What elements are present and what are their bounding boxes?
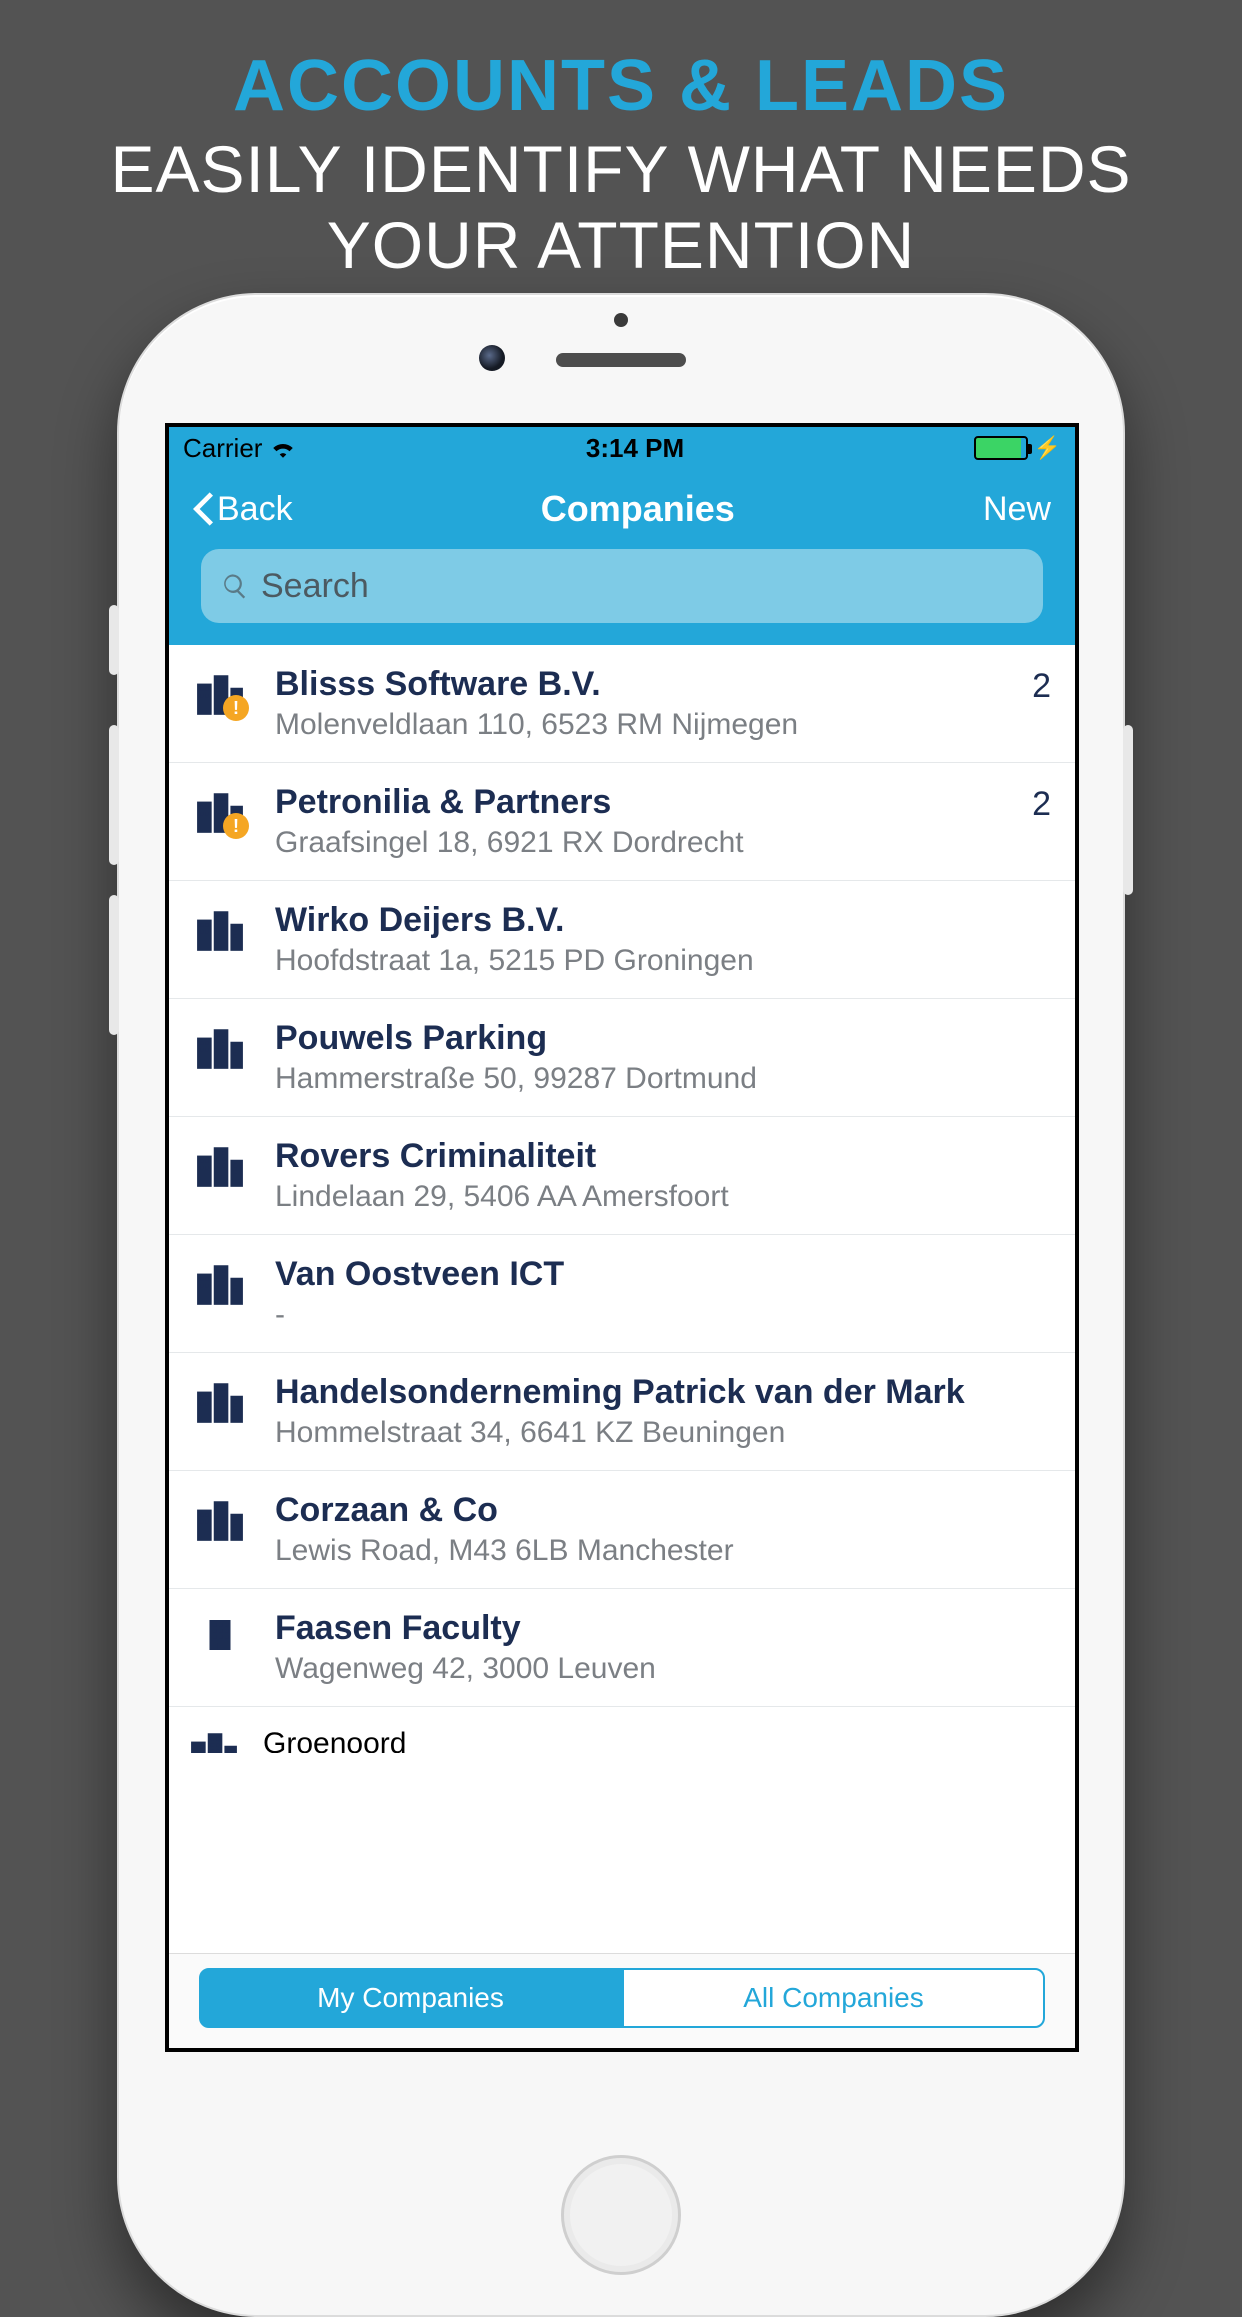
phone-power-button	[1123, 725, 1133, 895]
building-complex-icon	[195, 905, 245, 955]
wifi-icon	[270, 438, 296, 458]
chevron-left-icon	[193, 492, 213, 526]
company-text-block: Corzaan & Co Lewis Road, M43 6LB Manchest…	[275, 1491, 1051, 1568]
company-address: Molenveldlaan 110, 6523 RM Nijmegen	[275, 708, 1003, 742]
promo-subtitle-line2: YOUR ATTENTION	[327, 208, 915, 282]
company-address: Hoofdstraat 1a, 5215 PD Groningen	[275, 944, 1051, 978]
company-row[interactable]: ! Blisss Software B.V. Molenveldlaan 110, …	[169, 645, 1075, 763]
tab-all-companies[interactable]: All Companies	[622, 1968, 1045, 2028]
phone-camera	[479, 345, 505, 371]
company-icon-cell	[189, 1373, 251, 1427]
phone-mute-switch	[109, 605, 119, 675]
promo-subtitle: EASILY IDENTIFY WHAT NEEDS YOUR ATTENTIO…	[0, 132, 1242, 284]
company-name: Petronilia & Partners	[275, 783, 1003, 822]
company-count-badge: 2	[1027, 783, 1051, 824]
status-bar-right: ⚡	[974, 435, 1061, 461]
building-complex-icon	[195, 1141, 245, 1191]
company-address: Lewis Road, M43 6LB Manchester	[275, 1534, 1051, 1568]
company-list[interactable]: ! Blisss Software B.V. Molenveldlaan 110, …	[169, 645, 1075, 1753]
company-text-block: Pouwels Parking Hammerstraße 50, 99287 Do…	[275, 1019, 1051, 1096]
company-name: Corzaan & Co	[275, 1491, 1051, 1530]
company-icon-cell: !	[189, 783, 251, 837]
company-address: Hammerstraße 50, 99287 Dortmund	[275, 1062, 1051, 1096]
status-bar: Carrier 3:14 PM ⚡	[169, 427, 1075, 469]
charging-icon: ⚡	[1034, 435, 1061, 461]
phone-sensor-dot	[614, 313, 628, 327]
home-button[interactable]	[561, 2155, 681, 2275]
carrier-label: Carrier	[183, 433, 262, 464]
nav-bar: Back Companies New	[169, 469, 1075, 549]
back-button[interactable]: Back	[193, 490, 293, 529]
company-name: Wirko Deijers B.V.	[275, 901, 1051, 940]
phone-frame: Carrier 3:14 PM ⚡ Back Companies New	[117, 293, 1125, 2317]
promo-subtitle-line1: EASILY IDENTIFY WHAT NEEDS	[110, 132, 1131, 206]
company-text-block: Groenoord	[263, 1727, 406, 1753]
company-name: Handelsonderneming Patrick van der Mark	[275, 1373, 1051, 1412]
company-text-block: Faasen Faculty Wagenweg 42, 3000 Leuven	[275, 1609, 1051, 1686]
company-row[interactable]: Wirko Deijers B.V. Hoofdstraat 1a, 5215 P…	[169, 881, 1075, 999]
company-row[interactable]: ! Petronilia & Partners Graafsingel 18, 69…	[169, 763, 1075, 881]
company-row[interactable]: Pouwels Parking Hammerstraße 50, 99287 Do…	[169, 999, 1075, 1117]
alert-badge-icon: !	[223, 695, 249, 721]
company-name: Groenoord	[263, 1727, 406, 1753]
company-address: Wagenweg 42, 3000 Leuven	[275, 1652, 1051, 1686]
company-text-block: Rovers Criminaliteit Lindelaan 29, 5406 A…	[275, 1137, 1051, 1214]
tab-bar: My Companies All Companies	[169, 1953, 1075, 2048]
company-address: Graafsingel 18, 6921 RX Dordrecht	[275, 826, 1003, 860]
building-complex-icon	[195, 1259, 245, 1309]
building-complex-icon	[195, 1495, 245, 1545]
company-icon-cell	[189, 1727, 239, 1753]
company-count-badge: 2	[1027, 665, 1051, 706]
company-address: -	[275, 1298, 1051, 1332]
search-bar-container: Search	[169, 549, 1075, 645]
new-button[interactable]: New	[983, 490, 1051, 529]
company-icon-cell	[189, 901, 251, 955]
company-icon-cell	[189, 1255, 251, 1309]
company-row[interactable]: Corzaan & Co Lewis Road, M43 6LB Manchest…	[169, 1471, 1075, 1589]
building-complex-icon	[189, 1727, 239, 1753]
search-icon	[221, 572, 249, 600]
company-name: Rovers Criminaliteit	[275, 1137, 1051, 1176]
company-text-block: Blisss Software B.V. Molenveldlaan 110, 6…	[275, 665, 1003, 742]
company-row[interactable]: Groenoord	[169, 1707, 1075, 1753]
company-text-block: Van Oostveen ICT -	[275, 1255, 1051, 1332]
phone-volume-up	[109, 725, 119, 865]
promo-title: ACCOUNTS & LEADS	[0, 45, 1242, 127]
building-complex-icon	[195, 1023, 245, 1073]
company-icon-cell	[189, 1491, 251, 1545]
company-text-block: Petronilia & Partners Graafsingel 18, 692…	[275, 783, 1003, 860]
search-input[interactable]: Search	[201, 549, 1043, 623]
status-time: 3:14 PM	[586, 433, 684, 464]
company-icon-cell	[189, 1137, 251, 1191]
phone-earpiece	[556, 353, 686, 367]
battery-icon	[974, 436, 1028, 460]
company-address: Lindelaan 29, 5406 AA Amersfoort	[275, 1180, 1051, 1214]
company-icon-cell: !	[189, 665, 251, 719]
status-bar-left: Carrier	[183, 433, 296, 464]
company-row[interactable]: Van Oostveen ICT -	[169, 1235, 1075, 1353]
company-row[interactable]: Handelsonderneming Patrick van der Mark H…	[169, 1353, 1075, 1471]
page-title: Companies	[541, 488, 735, 530]
search-placeholder: Search	[261, 567, 369, 606]
company-row[interactable]: Rovers Criminaliteit Lindelaan 29, 5406 A…	[169, 1117, 1075, 1235]
building-single-icon	[202, 1613, 238, 1657]
company-row[interactable]: Faasen Faculty Wagenweg 42, 3000 Leuven	[169, 1589, 1075, 1707]
company-icon-cell	[189, 1019, 251, 1073]
alert-badge-icon: !	[223, 813, 249, 839]
company-name: Faasen Faculty	[275, 1609, 1051, 1648]
company-address: Hommelstraat 34, 6641 KZ Beuningen	[275, 1416, 1051, 1450]
company-icon-cell	[189, 1609, 251, 1657]
company-text-block: Handelsonderneming Patrick van der Mark H…	[275, 1373, 1051, 1450]
back-label: Back	[217, 490, 293, 529]
building-complex-icon	[195, 1377, 245, 1427]
screen: Carrier 3:14 PM ⚡ Back Companies New	[165, 423, 1079, 2052]
tab-my-companies[interactable]: My Companies	[199, 1968, 622, 2028]
company-name: Van Oostveen ICT	[275, 1255, 1051, 1294]
phone-volume-down	[109, 895, 119, 1035]
company-name: Pouwels Parking	[275, 1019, 1051, 1058]
company-name: Blisss Software B.V.	[275, 665, 1003, 704]
company-text-block: Wirko Deijers B.V. Hoofdstraat 1a, 5215 P…	[275, 901, 1051, 978]
